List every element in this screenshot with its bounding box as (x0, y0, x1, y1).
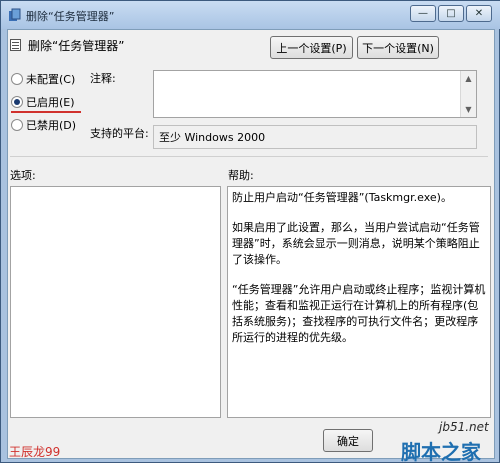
policy-app-icon (9, 8, 21, 21)
options-label: 选项: (10, 169, 36, 182)
comment-textarea[interactable]: ▲ ▼ (153, 70, 477, 118)
radio-label: 已启用(E) (26, 96, 75, 109)
title-bar[interactable]: 删除“任务管理器” — □ ✕ (1, 1, 500, 29)
policy-setting-icon (10, 39, 21, 51)
minimize-icon: — (418, 8, 428, 19)
maximize-icon: □ (446, 8, 456, 19)
comment-label: 注释: (90, 72, 116, 85)
radio-label: 已禁用(D) (26, 119, 77, 132)
radio-indicator[interactable] (11, 119, 23, 131)
site-name-watermark: 脚本之家 (401, 440, 481, 464)
scroll-up-icon[interactable]: ▲ (461, 71, 476, 86)
help-paragraph: 防止用户启动“任务管理器”(Taskmgr.exe)。 (232, 191, 452, 204)
radio-label: 未配置(C) (26, 73, 76, 86)
next-setting-button[interactable]: 下一个设置(N) (357, 36, 439, 59)
help-paragraph: 如果启用了此设置，那么，当用户尝试启动“任务管理器”时，系统会显示一则消息，说明… (232, 221, 480, 266)
scroll-down-icon[interactable]: ▼ (461, 102, 476, 117)
annotation-underline (11, 111, 81, 113)
divider (10, 156, 488, 157)
comment-scrollbar[interactable]: ▲ ▼ (460, 71, 476, 117)
close-button[interactable]: ✕ (466, 5, 492, 22)
help-label: 帮助: (228, 169, 254, 182)
radio-indicator[interactable] (11, 73, 23, 85)
platform-label: 支持的平台: (90, 127, 149, 140)
close-icon: ✕ (474, 8, 484, 19)
maximize-button[interactable]: □ (438, 5, 464, 22)
radio-enabled[interactable]: 已启用(E) (11, 94, 75, 110)
radio-not-configured[interactable]: 未配置(C) (11, 71, 75, 87)
setting-title: 删除“任务管理器” (28, 39, 125, 53)
help-panel[interactable]: 防止用户启动“任务管理器”(Taskmgr.exe)。 如果启用了此设置，那么，… (227, 186, 491, 418)
minimize-button[interactable]: — (410, 5, 436, 22)
help-paragraph: “任务管理器”允许用户启动或终止程序；监视计算机性能；查看和监视正运行在计算机上… (232, 283, 486, 344)
ok-button[interactable]: 确定 (323, 429, 373, 452)
platform-value: 至少 Windows 2000 (153, 125, 477, 149)
site-url-watermark: jb51.net (439, 420, 489, 434)
radio-indicator[interactable] (11, 96, 23, 108)
radio-disabled[interactable]: 已禁用(D) (11, 117, 76, 133)
dialog-window: 删除“任务管理器” — □ ✕ 删除“任务管理器” 上一个设置(P) 下一个设置… (0, 0, 500, 464)
window-title: 删除“任务管理器” (26, 10, 115, 23)
watermark-text: 王辰龙99 (9, 445, 61, 459)
options-panel (10, 186, 221, 418)
previous-setting-button[interactable]: 上一个设置(P) (270, 36, 353, 59)
